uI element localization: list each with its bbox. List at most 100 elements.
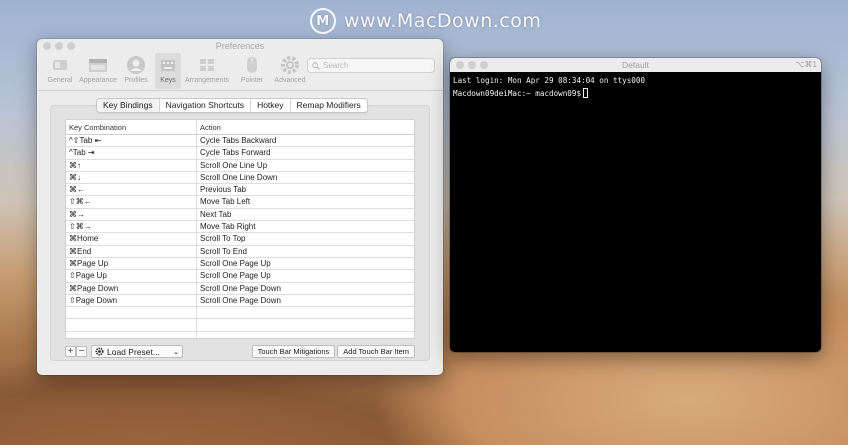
zoom-window-button[interactable] — [480, 61, 488, 69]
gear-icon — [95, 347, 104, 356]
chevron-down-icon: ⌄ — [173, 348, 179, 356]
terminal-cursor — [583, 87, 589, 98]
empty-cell: . — [66, 331, 197, 344]
key-combination-cell: ⌘End — [66, 245, 197, 257]
key-bindings-table[interactable]: Key Combination Action ^⇧Tab ⇤ Cycle Tabs… — [65, 119, 415, 345]
key-combination-cell: ⌘Page Up — [66, 257, 197, 270]
toolbar-advanced[interactable]: Advanced — [271, 53, 309, 89]
window-title: Preferences — [215, 41, 265, 51]
terminal-login-line: Last login: Mon Apr 29 08:34:04 on ttys0… — [453, 76, 646, 85]
switch-icon — [50, 55, 70, 75]
action-cell: Scroll One Page Up — [200, 258, 271, 268]
empty-table-row: .. — [66, 319, 414, 332]
terminal-output[interactable]: Last login: Mon Apr 29 08:34:04 on ttys0… — [450, 72, 821, 103]
mouse-icon — [242, 55, 262, 75]
action-cell: Scroll One Page Up — [200, 271, 271, 281]
remove-binding-button[interactable]: − — [76, 346, 87, 357]
keys-tab-bar: Key Bindings Navigation Shortcuts Hotkey… — [96, 98, 368, 113]
key-combination-cell: ^Tab ⇥ — [66, 147, 197, 159]
add-touch-bar-item-button[interactable]: Add Touch Bar Item — [337, 345, 415, 358]
terminal-prompt-line: Macdown09deiMac:~ macdown09$ — [453, 87, 818, 101]
table-row[interactable]: ⇧⌘→ Move Tab Right — [66, 221, 414, 234]
table-row[interactable]: ⇧⌘← Move Tab Left — [66, 196, 414, 209]
empty-cell: . — [197, 307, 414, 318]
tab-hotkey[interactable]: Hotkey — [251, 99, 291, 112]
tab-key-bindings[interactable]: Key Bindings — [97, 99, 160, 112]
tab-remap-modifiers[interactable]: Remap Modifiers — [291, 99, 367, 112]
search-placeholder: Search — [323, 61, 349, 70]
tab-navigation-shortcuts[interactable]: Navigation Shortcuts — [160, 99, 252, 112]
action-cell: Move Tab Left — [200, 197, 251, 207]
action-cell: Scroll One Line Down — [200, 172, 278, 182]
toolbar-general[interactable]: General — [41, 53, 79, 89]
window-controls — [43, 42, 75, 50]
toolbar-label: Profiles — [124, 77, 148, 84]
empty-cell: . — [66, 307, 197, 319]
empty-cell: . — [197, 332, 414, 343]
toolbar-label: Advanced — [274, 77, 306, 84]
table-row[interactable]: ⌘Page Up Scroll One Page Up — [66, 257, 414, 271]
preferences-titlebar[interactable]: Preferences — [37, 39, 443, 53]
terminal-titlebar[interactable]: Default ⌥⌘1 — [450, 58, 821, 72]
toolbar-label: Keys — [160, 77, 176, 84]
key-combination-cell: ⌘↑ — [66, 159, 197, 171]
key-combination-cell: ^⇧Tab ⇤ — [66, 135, 197, 147]
toolbar-keys[interactable]: Keys — [155, 53, 181, 89]
table-row[interactable]: ⌘Home Scroll To Top — [66, 233, 414, 246]
empty-cell: . — [197, 319, 414, 330]
watermark-text: www.MacDown.com — [344, 10, 542, 32]
macdown-logo-icon: M — [310, 8, 336, 34]
empty-table-row: .. — [66, 331, 414, 345]
toolbar-appearance[interactable]: Appearance — [79, 53, 117, 89]
key-combination-cell: ⇧⌘← — [66, 196, 197, 208]
close-window-button[interactable] — [456, 61, 464, 69]
toolbar-label: Appearance — [79, 77, 117, 84]
column-header-action[interactable]: Action — [197, 120, 414, 134]
table-row[interactable]: ⌘End Scroll To End — [66, 245, 414, 258]
table-row[interactable]: ⌘→ Next Tab — [66, 208, 414, 222]
add-binding-button[interactable]: + — [65, 346, 76, 357]
touch-bar-mitigations-button[interactable]: Touch Bar Mitigations — [251, 345, 336, 358]
search-input[interactable]: Search — [307, 58, 435, 73]
toolbar-pointer[interactable]: Pointer — [233, 53, 271, 89]
toolbar-profiles[interactable]: Profiles — [117, 53, 155, 89]
terminal-prompt: Macdown09deiMac:~ macdown09$ — [453, 88, 582, 98]
key-combination-cell: ⇧Page Down — [66, 294, 197, 307]
table-row[interactable]: ^Tab ⇥ Cycle Tabs Forward — [66, 147, 414, 160]
empty-table-row: .. — [66, 307, 414, 320]
terminal-shortcut: ⌥⌘1 — [795, 60, 817, 69]
window-icon — [88, 55, 108, 75]
preferences-window: Preferences General Appearance Profiles … — [37, 39, 443, 375]
terminal-title: Default — [622, 60, 649, 70]
key-combination-cell: ⌘↓ — [66, 171, 197, 184]
window-controls — [456, 61, 488, 69]
minimize-window-button[interactable] — [55, 42, 63, 50]
key-combination-cell: ⌘→ — [66, 208, 197, 221]
table-row[interactable]: ^⇧Tab ⇤ Cycle Tabs Backward — [66, 135, 414, 148]
toolbar-label: Pointer — [240, 77, 264, 84]
close-window-button[interactable] — [43, 42, 51, 50]
minimize-window-button[interactable] — [468, 61, 476, 69]
toolbar-arrangements[interactable]: Arrangements — [181, 53, 233, 89]
table-row[interactable]: ⇧Page Up Scroll One Page Up — [66, 270, 414, 283]
table-header: Key Combination Action — [66, 120, 414, 135]
action-cell: Scroll One Line Up — [200, 160, 268, 170]
table-row[interactable]: ⌘← Previous Tab — [66, 184, 414, 197]
table-row[interactable]: ⌘Page Down Scroll One Page Down — [66, 282, 414, 295]
column-header-key-combination[interactable]: Key Combination — [66, 120, 197, 134]
toolbar-label: Arrangements — [185, 77, 229, 84]
table-row[interactable]: ⌘↑ Scroll One Line Up — [66, 159, 414, 172]
load-preset-dropdown[interactable]: Load Preset... ⌄ — [91, 345, 183, 358]
key-combination-cell: ⌘Home — [66, 233, 197, 245]
zoom-window-button[interactable] — [67, 42, 75, 50]
terminal-window[interactable]: Default ⌥⌘1 Last login: Mon Apr 29 08:34… — [450, 58, 821, 352]
grid-icon — [197, 55, 217, 75]
key-combination-cell: ⌘← — [66, 184, 197, 196]
empty-cell: . — [66, 319, 197, 331]
action-cell: Cycle Tabs Backward — [200, 136, 277, 145]
table-row[interactable]: ⇧Page Down Scroll One Page Down — [66, 294, 414, 308]
action-cell: Scroll One Page Down — [200, 295, 281, 305]
table-row[interactable]: ⌘↓ Scroll One Line Down — [66, 171, 414, 185]
action-cell: Scroll One Page Down — [200, 283, 281, 293]
watermark: M www.MacDown.com — [310, 6, 541, 36]
